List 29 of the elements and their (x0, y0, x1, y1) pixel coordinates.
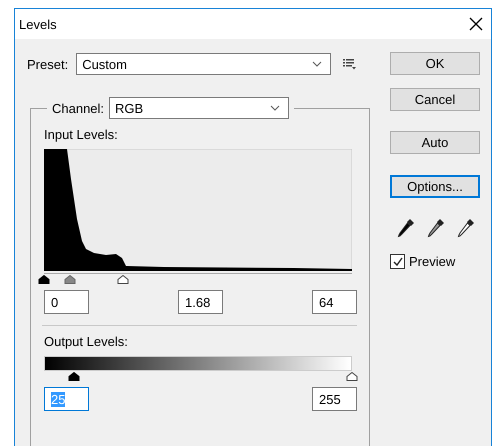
level-input-field[interactable]: 1.68 (178, 290, 223, 314)
input-levels-label: Input Levels: (44, 127, 119, 144)
preset-label: Preset: (27, 56, 68, 72)
eyedropper-icon[interactable] (427, 218, 445, 238)
preset-dropdown[interactable]: Custom (76, 53, 332, 75)
close-icon[interactable] (469, 17, 483, 31)
slider-thumb-icon[interactable] (64, 275, 76, 284)
dialog-button[interactable]: Auto (390, 131, 480, 154)
channel-label: Channel: (52, 100, 104, 116)
dialog-button[interactable]: OK (390, 52, 480, 75)
dialog-button[interactable]: Options... (390, 175, 480, 198)
window-title: Levels (19, 16, 57, 32)
preset-menu-icon[interactable] (343, 58, 356, 70)
eyedropper-icon[interactable] (457, 218, 475, 238)
output-levels-label: Output Levels: (44, 334, 129, 351)
slider-thumb-icon[interactable] (346, 372, 358, 381)
dialog-button[interactable]: Cancel (390, 88, 480, 111)
chevron-down-icon (312, 61, 322, 67)
eyedropper-icon[interactable] (397, 218, 415, 238)
level-input-field[interactable]: 255 (312, 387, 357, 411)
chevron-down-icon (270, 105, 280, 111)
level-input-field[interactable]: 0 (44, 290, 89, 314)
preview-checkbox[interactable]: Preview (390, 254, 490, 269)
slider-thumb-icon[interactable] (117, 275, 128, 284)
level-input-field[interactable]: 64 (312, 290, 357, 314)
slider-thumb-icon[interactable] (68, 372, 80, 381)
channel-dropdown[interactable]: RGB (109, 97, 290, 119)
slider-thumb-icon[interactable] (38, 275, 50, 284)
check-icon (392, 256, 404, 268)
